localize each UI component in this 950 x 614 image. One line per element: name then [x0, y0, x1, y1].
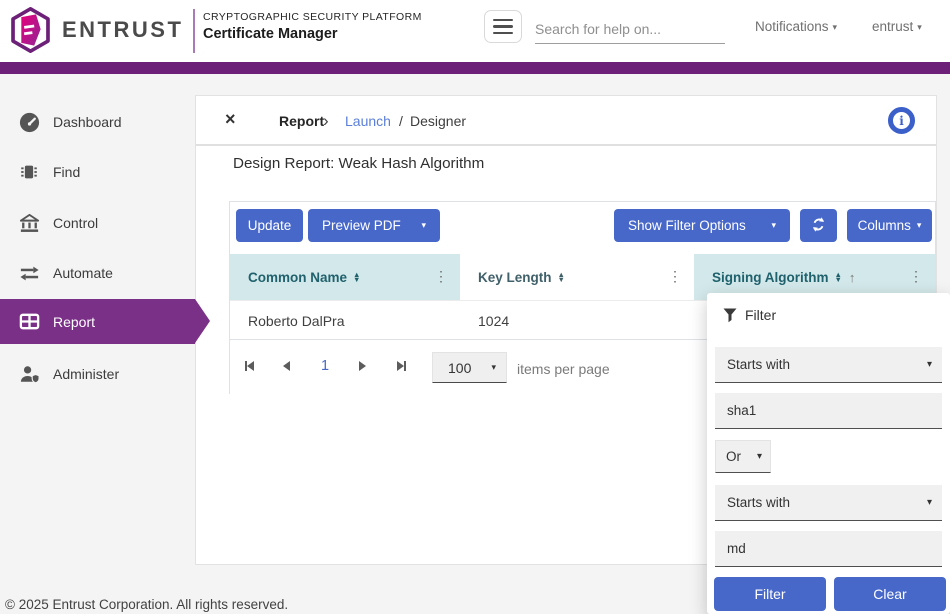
sidebar-item-label: Control	[53, 215, 98, 231]
filter-apply-button[interactable]: Filter	[714, 577, 826, 611]
next-page-icon[interactable]	[359, 361, 366, 371]
sidebar-item-administer[interactable]: Administer	[0, 352, 195, 396]
sidebar-item-label: Dashboard	[53, 114, 122, 130]
account-label: entrust	[872, 19, 913, 34]
page-size-value: 100	[448, 360, 471, 376]
column-label: Signing Algorithm	[712, 270, 828, 285]
gauge-icon	[17, 110, 41, 134]
caret-down-icon: ▾	[757, 451, 762, 462]
account-menu[interactable]: entrust ▾	[872, 19, 922, 34]
sort-icon: ▲▼	[353, 272, 360, 283]
notifications-label: Notifications	[755, 19, 829, 34]
bank-icon	[17, 211, 41, 235]
preview-pdf-label: Preview PDF	[322, 218, 401, 233]
close-icon[interactable]: ×	[225, 108, 236, 131]
breadcrumb-separator: /	[399, 113, 403, 129]
cell-common-name: Roberto DalPra	[230, 301, 460, 340]
show-filter-options-button[interactable]: Show Filter Options ▾	[614, 209, 790, 242]
last-page-icon[interactable]	[397, 361, 406, 371]
sort-asc-icon: ↑	[849, 270, 856, 285]
entrust-logo-icon	[10, 7, 51, 58]
column-menu-icon[interactable]: ⋮	[668, 268, 682, 285]
help-search-input[interactable]	[535, 14, 725, 44]
sidebar-item-find[interactable]: Find	[0, 150, 195, 194]
filter-operator2-select[interactable]: Starts with ▾	[715, 485, 942, 521]
breadcrumb-current: Designer	[410, 113, 466, 129]
user-shield-icon	[17, 362, 41, 386]
column-filter-popup: Filter Starts with ▾ Or ▾ Starts with ▾ …	[707, 293, 950, 614]
filter-operator2-value: Starts with	[727, 495, 790, 510]
breadcrumb-root: Report	[279, 113, 324, 129]
items-per-page-label: items per page	[517, 361, 610, 377]
hamburger-menu-button[interactable]	[484, 10, 522, 43]
funnel-icon	[723, 308, 737, 328]
caret-down-icon: ▾	[771, 220, 776, 231]
filter-value1-input[interactable]	[715, 393, 942, 429]
breadcrumb-link-launch[interactable]: Launch	[345, 113, 391, 129]
sidebar-item-label: Report	[53, 314, 95, 330]
column-header-key-length[interactable]: Key Length ▲▼ ⋮	[460, 254, 694, 300]
sidebar-item-label: Administer	[53, 366, 119, 382]
caret-down-icon: ▾	[927, 497, 932, 508]
brand-name: ENTRUST	[62, 17, 183, 43]
brand-divider	[193, 9, 195, 53]
sidebar-nav: Dashboard Find C	[0, 74, 195, 614]
filter-clear-button[interactable]: Clear	[834, 577, 946, 611]
caret-down-icon: ▾	[917, 22, 922, 32]
caret-down-icon: ▾	[421, 220, 426, 231]
app-window: ENTRUST CRYPTOGRAPHIC SECURITY PLATFORM …	[0, 0, 950, 614]
column-label: Common Name	[248, 270, 347, 285]
column-header-common-name[interactable]: Common Name ▲▼ ⋮	[230, 254, 460, 300]
table-icon	[17, 310, 41, 334]
brand-accent-bar	[0, 62, 950, 74]
sidebar-item-label: Find	[53, 164, 80, 180]
filter-logic-value: Or	[726, 449, 741, 464]
filter-popup-title: Filter	[745, 307, 776, 323]
refresh-icon	[810, 216, 827, 236]
sidebar-item-automate[interactable]: Automate	[0, 251, 195, 295]
update-button[interactable]: Update	[236, 209, 303, 242]
chevron-right-icon: ›	[323, 111, 329, 131]
notifications-menu[interactable]: Notifications ▾	[755, 19, 837, 34]
page-number[interactable]: 1	[318, 358, 332, 374]
sort-icon: ▲▼	[558, 272, 565, 283]
first-page-icon[interactable]	[245, 361, 254, 371]
preview-pdf-button[interactable]: Preview PDF ▾	[308, 209, 440, 242]
top-header: ENTRUST CRYPTOGRAPHIC SECURITY PLATFORM …	[0, 0, 950, 62]
caret-down-icon: ▾	[491, 362, 496, 373]
columns-button[interactable]: Columns ▾	[847, 209, 932, 242]
column-label: Key Length	[478, 270, 552, 285]
filter-operator1-value: Starts with	[727, 357, 790, 372]
previous-page-icon[interactable]	[283, 361, 290, 371]
column-menu-icon[interactable]: ⋮	[434, 268, 448, 285]
column-menu-icon[interactable]: ⋮	[909, 268, 923, 285]
cell-key-length: 1024	[460, 301, 694, 340]
filter-logic-select[interactable]: Or ▾	[715, 440, 771, 473]
caret-down-icon: ▾	[833, 22, 838, 32]
sort-icon: ▲▼	[834, 272, 841, 283]
filter-value2-input[interactable]	[715, 531, 942, 567]
caret-down-icon: ▾	[917, 220, 922, 231]
page-size-select[interactable]: 100 ▾	[432, 352, 507, 383]
sidebar-item-control[interactable]: Control	[0, 201, 195, 245]
columns-label: Columns	[858, 218, 911, 233]
info-icon[interactable]: i	[888, 107, 915, 134]
sidebar-item-dashboard[interactable]: Dashboard	[0, 100, 195, 144]
brand-product-label: Certificate Manager	[203, 26, 338, 42]
refresh-button[interactable]	[800, 209, 837, 242]
sidebar-item-label: Automate	[53, 265, 113, 281]
sidebar-item-report[interactable]: Report	[0, 299, 195, 344]
show-filter-options-label: Show Filter Options	[628, 218, 746, 233]
brand-platform-label: CRYPTOGRAPHIC SECURITY PLATFORM	[203, 11, 422, 23]
swap-arrows-icon	[17, 261, 41, 285]
breadcrumb: × Report › Launch / Designer i	[196, 96, 936, 146]
chip-icon	[17, 160, 41, 184]
page-title: Design Report: Weak Hash Algorithm	[233, 155, 484, 172]
caret-down-icon: ▾	[927, 359, 932, 370]
filter-operator1-select[interactable]: Starts with ▾	[715, 347, 942, 383]
update-label: Update	[248, 218, 292, 233]
